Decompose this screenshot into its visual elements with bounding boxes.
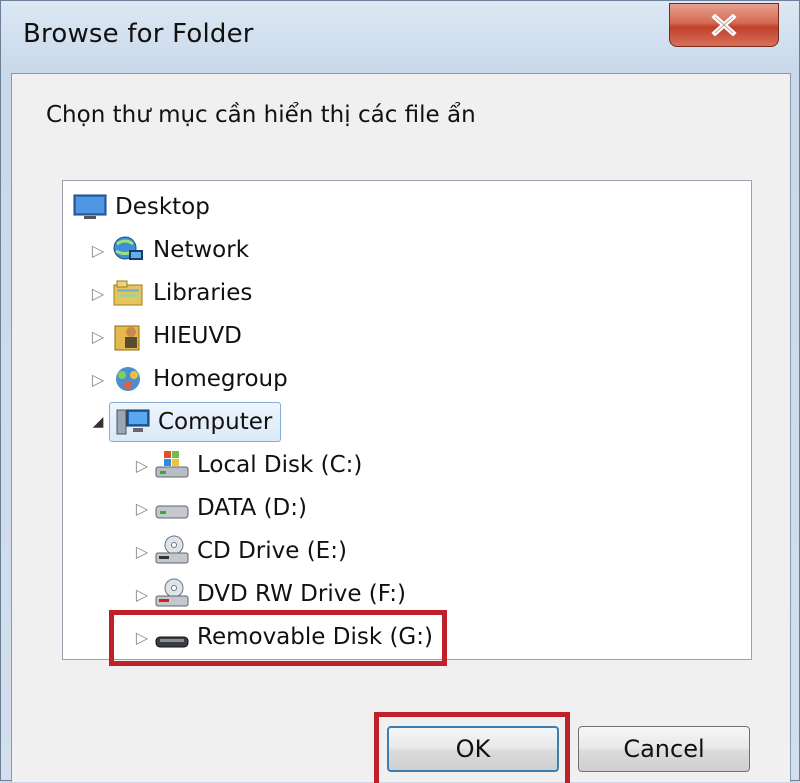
tree-item-label: Computer <box>158 409 273 435</box>
tree-item-label: Network <box>153 237 250 263</box>
removable-disk-highlight-box <box>109 610 447 666</box>
cancel-button[interactable]: Cancel <box>578 726 750 772</box>
expand-arrow-icon[interactable]: ▷ <box>131 456 153 475</box>
tree-item-computer[interactable]: ◢ Computer <box>87 402 282 442</box>
computer-icon <box>114 404 152 440</box>
homegroup-icon <box>109 361 147 397</box>
dialog-body: Chọn thư mục cần hiển thị các file ẩn De… <box>11 73 791 783</box>
network-icon <box>109 232 147 268</box>
tree-item-desktop[interactable]: Desktop <box>71 187 210 227</box>
expand-arrow-icon[interactable]: ▷ <box>87 241 109 260</box>
tree-item-local-disk-c[interactable]: ▷ Local Disk (C:) <box>131 445 362 485</box>
dvd-drive-icon <box>153 576 191 612</box>
expand-arrow-icon[interactable]: ▷ <box>131 499 153 518</box>
folder-tree[interactable]: Desktop ▷ Network ▷ Libraries ▷ HIEUVD ▷… <box>62 180 752 660</box>
tree-item-label: CD Drive (E:) <box>197 538 347 564</box>
windows-drive-icon <box>153 447 191 483</box>
ok-button-highlight-box <box>374 712 570 783</box>
expand-arrow-icon[interactable]: ▷ <box>87 284 109 303</box>
tree-item-network[interactable]: ▷ Network <box>87 230 249 270</box>
expand-arrow-icon[interactable]: ▷ <box>87 370 109 389</box>
tree-item-homegroup[interactable]: ▷ Homegroup <box>87 359 288 399</box>
tree-item-label: DATA (D:) <box>197 495 307 521</box>
title-bar: Browse for Folder <box>1 1 800 71</box>
tree-item-label: DVD RW Drive (F:) <box>197 581 406 607</box>
tree-item-hieuvd[interactable]: ▷ HIEUVD <box>87 316 242 356</box>
tree-item-label: Libraries <box>153 280 253 306</box>
tree-item-data-d[interactable]: ▷ DATA (D:) <box>131 488 307 528</box>
user-folder-icon <box>109 318 147 354</box>
browse-for-folder-dialog: Browse for Folder Chọn thư mục cần hiển … <box>0 0 800 783</box>
close-icon <box>711 14 737 36</box>
selected-item-highlight: Computer <box>109 402 282 442</box>
desktop-icon <box>71 189 109 225</box>
window-title: Browse for Folder <box>23 19 254 49</box>
hard-drive-icon <box>153 490 191 526</box>
tree-item-label: Homegroup <box>153 366 288 392</box>
collapse-arrow-icon[interactable]: ◢ <box>87 414 109 430</box>
tree-item-label: HIEUVD <box>153 323 242 349</box>
expand-arrow-icon[interactable]: ▷ <box>87 327 109 346</box>
dialog-description: Chọn thư mục cần hiển thị các file ẩn <box>46 102 476 128</box>
cd-drive-icon <box>153 533 191 569</box>
expand-arrow-icon[interactable]: ▷ <box>131 585 153 604</box>
tree-item-libraries[interactable]: ▷ Libraries <box>87 273 253 313</box>
close-button[interactable] <box>669 3 779 47</box>
tree-item-label: Desktop <box>115 194 210 220</box>
tree-item-dvd-rw-drive-f[interactable]: ▷ DVD RW Drive (F:) <box>131 574 406 614</box>
expand-arrow-icon[interactable]: ▷ <box>131 542 153 561</box>
tree-item-label: Local Disk (C:) <box>197 452 363 478</box>
libraries-icon <box>109 275 147 311</box>
tree-item-cd-drive-e[interactable]: ▷ CD Drive (E:) <box>131 531 347 571</box>
